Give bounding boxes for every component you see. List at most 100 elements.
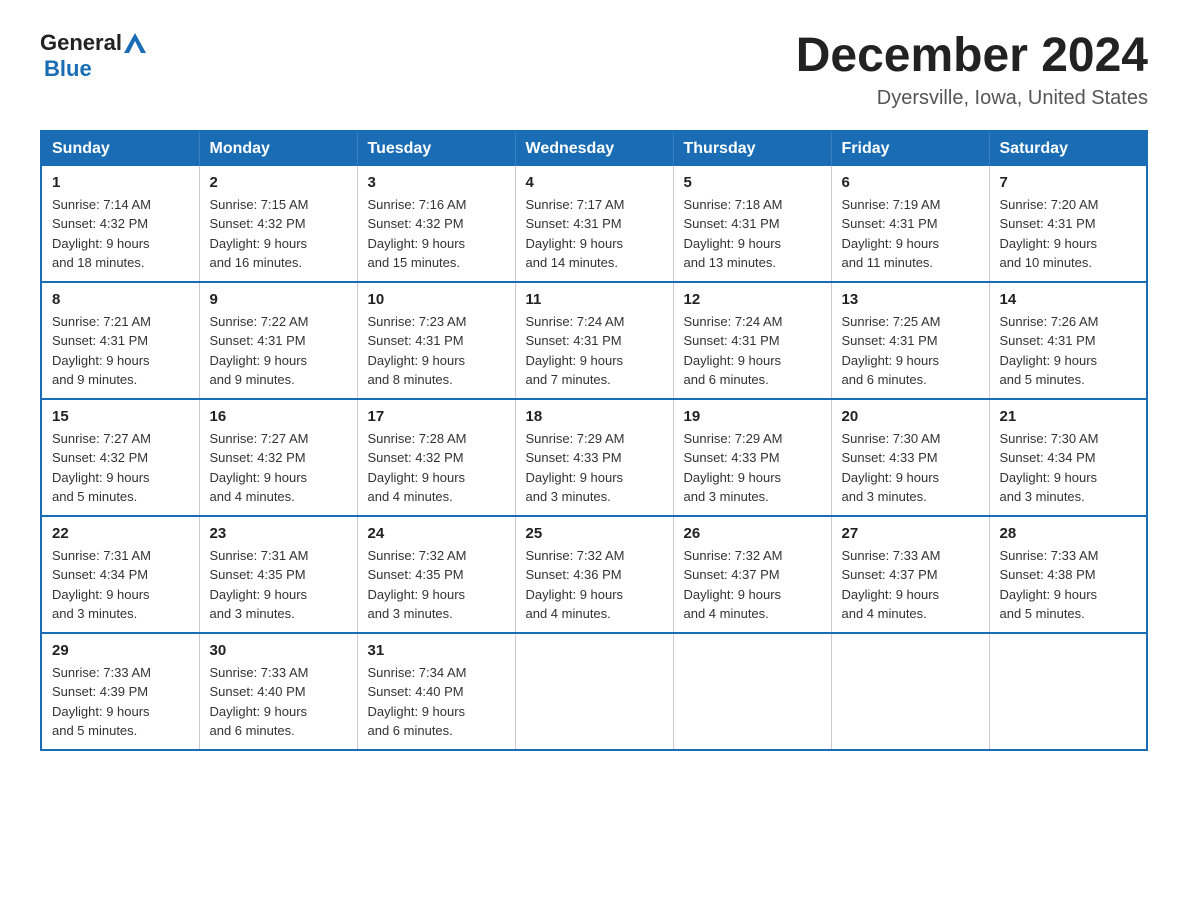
- day-info: Sunrise: 7:24 AMSunset: 4:31 PMDaylight:…: [526, 314, 625, 388]
- day-info: Sunrise: 7:20 AMSunset: 4:31 PMDaylight:…: [1000, 197, 1099, 271]
- day-number: 25: [526, 525, 663, 542]
- day-number: 31: [368, 642, 505, 659]
- calendar-cell: 24 Sunrise: 7:32 AMSunset: 4:35 PMDaylig…: [357, 516, 515, 633]
- calendar-cell: 10 Sunrise: 7:23 AMSunset: 4:31 PMDaylig…: [357, 282, 515, 399]
- calendar-cell: 19 Sunrise: 7:29 AMSunset: 4:33 PMDaylig…: [673, 399, 831, 516]
- day-info: Sunrise: 7:15 AMSunset: 4:32 PMDaylight:…: [210, 197, 309, 271]
- calendar-cell: [673, 633, 831, 750]
- day-number: 28: [1000, 525, 1137, 542]
- day-info: Sunrise: 7:26 AMSunset: 4:31 PMDaylight:…: [1000, 314, 1099, 388]
- calendar-table: SundayMondayTuesdayWednesdayThursdayFrid…: [40, 130, 1148, 751]
- calendar-cell: 5 Sunrise: 7:18 AMSunset: 4:31 PMDayligh…: [673, 166, 831, 282]
- calendar-cell: 22 Sunrise: 7:31 AMSunset: 4:34 PMDaylig…: [41, 516, 199, 633]
- day-number: 22: [52, 525, 189, 542]
- day-info: Sunrise: 7:31 AMSunset: 4:34 PMDaylight:…: [52, 548, 151, 622]
- calendar-cell: 26 Sunrise: 7:32 AMSunset: 4:37 PMDaylig…: [673, 516, 831, 633]
- day-number: 20: [842, 408, 979, 425]
- day-info: Sunrise: 7:31 AMSunset: 4:35 PMDaylight:…: [210, 548, 309, 622]
- day-number: 7: [1000, 174, 1137, 191]
- day-number: 11: [526, 291, 663, 308]
- calendar-cell: 7 Sunrise: 7:20 AMSunset: 4:31 PMDayligh…: [989, 166, 1147, 282]
- calendar-cell: 12 Sunrise: 7:24 AMSunset: 4:31 PMDaylig…: [673, 282, 831, 399]
- calendar-cell: 4 Sunrise: 7:17 AMSunset: 4:31 PMDayligh…: [515, 166, 673, 282]
- page-header: General Blue December 2024 Dyersville, I…: [40, 30, 1148, 110]
- title-block: December 2024 Dyersville, Iowa, United S…: [796, 30, 1148, 110]
- day-number: 10: [368, 291, 505, 308]
- calendar-cell: 29 Sunrise: 7:33 AMSunset: 4:39 PMDaylig…: [41, 633, 199, 750]
- day-info: Sunrise: 7:18 AMSunset: 4:31 PMDaylight:…: [684, 197, 783, 271]
- calendar-cell: 27 Sunrise: 7:33 AMSunset: 4:37 PMDaylig…: [831, 516, 989, 633]
- calendar-cell: 2 Sunrise: 7:15 AMSunset: 4:32 PMDayligh…: [199, 166, 357, 282]
- calendar-week-row: 22 Sunrise: 7:31 AMSunset: 4:34 PMDaylig…: [41, 516, 1147, 633]
- logo: General Blue: [40, 30, 146, 82]
- day-number: 29: [52, 642, 189, 659]
- day-info: Sunrise: 7:22 AMSunset: 4:31 PMDaylight:…: [210, 314, 309, 388]
- day-info: Sunrise: 7:21 AMSunset: 4:31 PMDaylight:…: [52, 314, 151, 388]
- day-info: Sunrise: 7:33 AMSunset: 4:38 PMDaylight:…: [1000, 548, 1099, 622]
- calendar-cell: 16 Sunrise: 7:27 AMSunset: 4:32 PMDaylig…: [199, 399, 357, 516]
- day-info: Sunrise: 7:32 AMSunset: 4:37 PMDaylight:…: [684, 548, 783, 622]
- weekday-header-tuesday: Tuesday: [357, 131, 515, 166]
- calendar-week-row: 15 Sunrise: 7:27 AMSunset: 4:32 PMDaylig…: [41, 399, 1147, 516]
- day-number: 17: [368, 408, 505, 425]
- logo-icon: [124, 33, 146, 53]
- weekday-header-monday: Monday: [199, 131, 357, 166]
- day-info: Sunrise: 7:33 AMSunset: 4:37 PMDaylight:…: [842, 548, 941, 622]
- calendar-cell: [831, 633, 989, 750]
- day-info: Sunrise: 7:30 AMSunset: 4:33 PMDaylight:…: [842, 431, 941, 505]
- day-info: Sunrise: 7:23 AMSunset: 4:31 PMDaylight:…: [368, 314, 467, 388]
- weekday-header-saturday: Saturday: [989, 131, 1147, 166]
- month-title: December 2024: [796, 30, 1148, 83]
- calendar-cell: 31 Sunrise: 7:34 AMSunset: 4:40 PMDaylig…: [357, 633, 515, 750]
- day-info: Sunrise: 7:25 AMSunset: 4:31 PMDaylight:…: [842, 314, 941, 388]
- day-info: Sunrise: 7:30 AMSunset: 4:34 PMDaylight:…: [1000, 431, 1099, 505]
- calendar-cell: [989, 633, 1147, 750]
- day-info: Sunrise: 7:29 AMSunset: 4:33 PMDaylight:…: [526, 431, 625, 505]
- day-number: 27: [842, 525, 979, 542]
- day-number: 16: [210, 408, 347, 425]
- weekday-header-wednesday: Wednesday: [515, 131, 673, 166]
- calendar-week-row: 1 Sunrise: 7:14 AMSunset: 4:32 PMDayligh…: [41, 166, 1147, 282]
- weekday-header-friday: Friday: [831, 131, 989, 166]
- calendar-cell: 18 Sunrise: 7:29 AMSunset: 4:33 PMDaylig…: [515, 399, 673, 516]
- calendar-week-row: 29 Sunrise: 7:33 AMSunset: 4:39 PMDaylig…: [41, 633, 1147, 750]
- day-number: 23: [210, 525, 347, 542]
- day-number: 2: [210, 174, 347, 191]
- calendar-cell: 28 Sunrise: 7:33 AMSunset: 4:38 PMDaylig…: [989, 516, 1147, 633]
- day-number: 18: [526, 408, 663, 425]
- calendar-week-row: 8 Sunrise: 7:21 AMSunset: 4:31 PMDayligh…: [41, 282, 1147, 399]
- day-number: 15: [52, 408, 189, 425]
- day-number: 3: [368, 174, 505, 191]
- day-number: 19: [684, 408, 821, 425]
- day-info: Sunrise: 7:24 AMSunset: 4:31 PMDaylight:…: [684, 314, 783, 388]
- day-number: 21: [1000, 408, 1137, 425]
- location-title: Dyersville, Iowa, United States: [796, 87, 1148, 110]
- calendar-cell: 13 Sunrise: 7:25 AMSunset: 4:31 PMDaylig…: [831, 282, 989, 399]
- day-number: 8: [52, 291, 189, 308]
- day-info: Sunrise: 7:32 AMSunset: 4:35 PMDaylight:…: [368, 548, 467, 622]
- weekday-header-row: SundayMondayTuesdayWednesdayThursdayFrid…: [41, 131, 1147, 166]
- calendar-cell: 30 Sunrise: 7:33 AMSunset: 4:40 PMDaylig…: [199, 633, 357, 750]
- calendar-cell: 25 Sunrise: 7:32 AMSunset: 4:36 PMDaylig…: [515, 516, 673, 633]
- calendar-cell: 14 Sunrise: 7:26 AMSunset: 4:31 PMDaylig…: [989, 282, 1147, 399]
- calendar-cell: 20 Sunrise: 7:30 AMSunset: 4:33 PMDaylig…: [831, 399, 989, 516]
- day-number: 5: [684, 174, 821, 191]
- calendar-cell: 15 Sunrise: 7:27 AMSunset: 4:32 PMDaylig…: [41, 399, 199, 516]
- day-number: 24: [368, 525, 505, 542]
- logo-text-general: General: [40, 30, 122, 56]
- day-info: Sunrise: 7:33 AMSunset: 4:39 PMDaylight:…: [52, 665, 151, 739]
- day-info: Sunrise: 7:19 AMSunset: 4:31 PMDaylight:…: [842, 197, 941, 271]
- day-number: 1: [52, 174, 189, 191]
- day-number: 4: [526, 174, 663, 191]
- day-info: Sunrise: 7:14 AMSunset: 4:32 PMDaylight:…: [52, 197, 151, 271]
- day-info: Sunrise: 7:32 AMSunset: 4:36 PMDaylight:…: [526, 548, 625, 622]
- day-info: Sunrise: 7:27 AMSunset: 4:32 PMDaylight:…: [52, 431, 151, 505]
- logo-text-blue: Blue: [44, 56, 92, 81]
- day-info: Sunrise: 7:28 AMSunset: 4:32 PMDaylight:…: [368, 431, 467, 505]
- calendar-cell: 9 Sunrise: 7:22 AMSunset: 4:31 PMDayligh…: [199, 282, 357, 399]
- calendar-cell: 17 Sunrise: 7:28 AMSunset: 4:32 PMDaylig…: [357, 399, 515, 516]
- weekday-header-sunday: Sunday: [41, 131, 199, 166]
- day-info: Sunrise: 7:29 AMSunset: 4:33 PMDaylight:…: [684, 431, 783, 505]
- day-number: 6: [842, 174, 979, 191]
- calendar-cell: 1 Sunrise: 7:14 AMSunset: 4:32 PMDayligh…: [41, 166, 199, 282]
